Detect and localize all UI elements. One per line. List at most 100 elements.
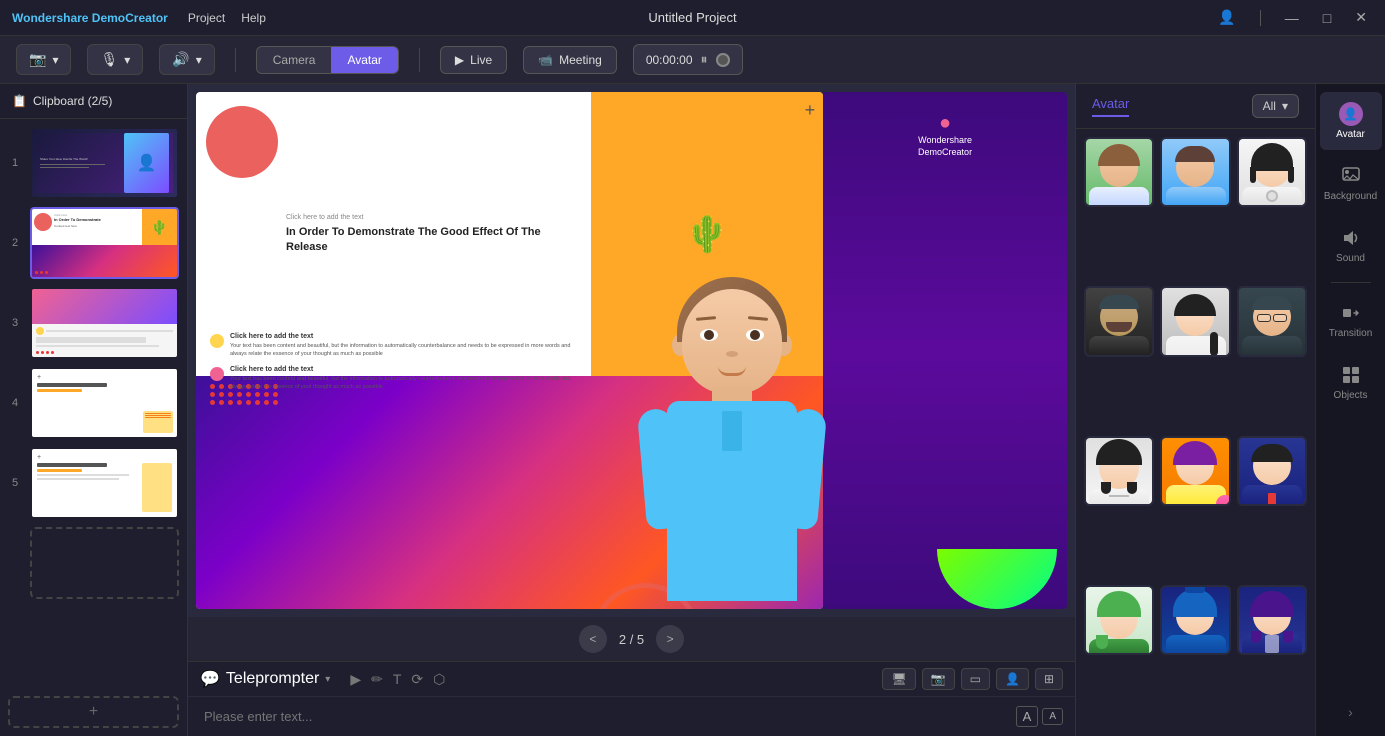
pause-icon[interactable]: ⏸ bbox=[701, 51, 708, 68]
nose bbox=[726, 351, 738, 357]
avatar-torso bbox=[667, 401, 797, 601]
teleprompter-tool-5[interactable]: ⬡ bbox=[433, 671, 445, 688]
preview-nav: < 2 / 5 > bbox=[188, 617, 1075, 661]
slide-thumb-1[interactable]: Share Your Idea, Dazzle The World! 👤 bbox=[30, 127, 179, 199]
preview-canvas: Click here to add the text In Order To D… bbox=[196, 92, 1067, 609]
avatar-card-2[interactable] bbox=[1160, 137, 1230, 207]
av7-hair bbox=[1096, 439, 1142, 465]
clipboard-header: 📋 Clipboard (2/5) bbox=[0, 84, 187, 119]
teleprompter-icon: 💬 bbox=[200, 669, 220, 689]
objects-icon bbox=[1339, 363, 1363, 387]
avatar-card-8[interactable] bbox=[1160, 436, 1230, 506]
user-view-btn[interactable]: 👤 bbox=[996, 668, 1029, 690]
slide-item-4[interactable]: 4 + bbox=[8, 367, 179, 439]
record-group: 00:00:00 ⏸ bbox=[633, 44, 743, 75]
teleprompter-dropdown[interactable]: 💬 Teleprompter ▾ bbox=[200, 669, 330, 689]
prev-slide-btn[interactable]: < bbox=[579, 625, 607, 653]
av12-hair bbox=[1250, 591, 1294, 617]
camera-view-btn[interactable]: 📷 bbox=[922, 668, 955, 690]
slide-item-empty[interactable] bbox=[8, 527, 179, 599]
live-btn[interactable]: ▶ Live bbox=[440, 46, 507, 74]
avatar-tab[interactable]: Avatar bbox=[1092, 96, 1129, 117]
next-slide-btn[interactable]: > bbox=[656, 625, 684, 653]
av11-hair bbox=[1173, 589, 1217, 617]
camera-mode-btn[interactable]: Camera bbox=[257, 47, 332, 73]
monitor-view-btn[interactable]: 🖥 bbox=[882, 668, 915, 690]
avatar-6-preview bbox=[1239, 288, 1305, 354]
screen-view-btn[interactable]: ▭ bbox=[961, 668, 990, 690]
avatar-card-6[interactable] bbox=[1237, 286, 1307, 356]
avatar-mode-btn[interactable]: Avatar bbox=[331, 47, 397, 73]
teleprompter-input[interactable] bbox=[200, 705, 1008, 728]
slide-thumb-2[interactable]: Click here In Order To Demonstrate Conte… bbox=[30, 207, 179, 279]
font-increase-btn[interactable]: A bbox=[1016, 706, 1039, 727]
preview-bg-section: ● WondershareDemoCreator bbox=[823, 92, 1067, 609]
menu-project[interactable]: Project bbox=[188, 11, 225, 25]
mic-btn[interactable]: 🎙 ▾ bbox=[87, 44, 143, 75]
av5-braid bbox=[1210, 332, 1218, 356]
av11-torso bbox=[1166, 635, 1226, 653]
slide-click-text: Click here to add the text bbox=[286, 214, 577, 221]
avatar-card-5[interactable] bbox=[1160, 286, 1230, 356]
layout-view-btn[interactable]: ⊞ bbox=[1035, 668, 1063, 690]
filter-label: All bbox=[1263, 99, 1276, 113]
av6-hair bbox=[1252, 296, 1292, 310]
side-icon-transition[interactable]: Transition bbox=[1320, 291, 1382, 349]
user-icon[interactable]: 👤 bbox=[1212, 7, 1241, 28]
av8-hair bbox=[1173, 441, 1217, 465]
slide-red-circle bbox=[206, 106, 278, 178]
slide-thumb-4[interactable]: + bbox=[30, 367, 179, 439]
av3-hair-right bbox=[1288, 167, 1294, 183]
more-arrow-btn[interactable]: › bbox=[1340, 696, 1361, 728]
avatar-card-10[interactable] bbox=[1084, 585, 1154, 655]
av6-glass-l bbox=[1257, 314, 1271, 322]
add-slide-placeholder[interactable] bbox=[30, 527, 179, 599]
font-size-controls: A A bbox=[1016, 706, 1063, 727]
side-icon-background[interactable]: Background bbox=[1320, 154, 1382, 212]
slide-plus-icon: + bbox=[805, 100, 816, 121]
avatar-panel: Avatar All ▾ bbox=[1076, 84, 1315, 736]
side-icon-sound[interactable]: Sound bbox=[1320, 216, 1382, 274]
font-decrease-btn[interactable]: A bbox=[1042, 708, 1063, 725]
avatar-card-12[interactable] bbox=[1237, 585, 1307, 655]
clipboard-title: Clipboard (2/5) bbox=[33, 94, 112, 108]
avatar-filter-dropdown[interactable]: All ▾ bbox=[1252, 94, 1299, 118]
speaker-btn[interactable]: 🔊 ▾ bbox=[159, 44, 214, 75]
avatar-3-preview bbox=[1239, 139, 1305, 205]
add-slide-button[interactable]: + bbox=[8, 696, 179, 728]
teleprompter-tools: ▶ ✏ T ⟳ ⬡ bbox=[350, 671, 445, 688]
text-tool-btn[interactable]: T bbox=[393, 671, 402, 688]
close-button[interactable]: ✕ bbox=[1349, 7, 1373, 28]
slide-thumb-3[interactable] bbox=[30, 287, 179, 359]
record-button[interactable] bbox=[716, 53, 730, 67]
side-icon-objects[interactable]: Objects bbox=[1320, 353, 1382, 411]
loop-tool-btn[interactable]: ⟳ bbox=[411, 671, 423, 688]
av5-body bbox=[1171, 298, 1221, 354]
pen-tool-btn[interactable]: ✏ bbox=[371, 671, 383, 688]
slide-item-2[interactable]: 2 Click here In Order To Demonstrate Con… bbox=[8, 207, 179, 279]
av8-head bbox=[1176, 447, 1214, 485]
slide-num-1: 1 bbox=[8, 157, 22, 169]
slide-cactus: 🌵 bbox=[685, 213, 730, 255]
side-icon-avatar[interactable]: 👤 Avatar bbox=[1320, 92, 1382, 150]
av6-body bbox=[1247, 298, 1297, 354]
av1-head bbox=[1100, 149, 1138, 187]
avatar-card-11[interactable] bbox=[1160, 585, 1230, 655]
slide-thumb-5[interactable]: + bbox=[30, 447, 179, 519]
avatar-card-1[interactable] bbox=[1084, 137, 1154, 207]
slide-item-1[interactable]: 1 Share Your Idea, Dazzle The World! 👤 bbox=[8, 127, 179, 199]
avatar-card-3[interactable] bbox=[1237, 137, 1307, 207]
meeting-btn[interactable]: 📹 Meeting bbox=[523, 46, 617, 74]
slide-item-3[interactable]: 3 bbox=[8, 287, 179, 359]
avatar-card-4[interactable] bbox=[1084, 286, 1154, 356]
av9-torso bbox=[1242, 485, 1302, 503]
camera-input-btn[interactable]: 📷 ▾ bbox=[16, 44, 71, 75]
avatar-card-7[interactable] bbox=[1084, 436, 1154, 506]
maximize-button[interactable]: □ bbox=[1317, 8, 1337, 28]
slide-preview-1: Share Your Idea, Dazzle The World! 👤 bbox=[32, 129, 177, 197]
menu-help[interactable]: Help bbox=[241, 11, 266, 25]
slide-item-5[interactable]: 5 + bbox=[8, 447, 179, 519]
avatar-card-9[interactable] bbox=[1237, 436, 1307, 506]
minimize-button[interactable]: — bbox=[1279, 8, 1305, 28]
cursor-tool-btn[interactable]: ▶ bbox=[350, 671, 361, 688]
